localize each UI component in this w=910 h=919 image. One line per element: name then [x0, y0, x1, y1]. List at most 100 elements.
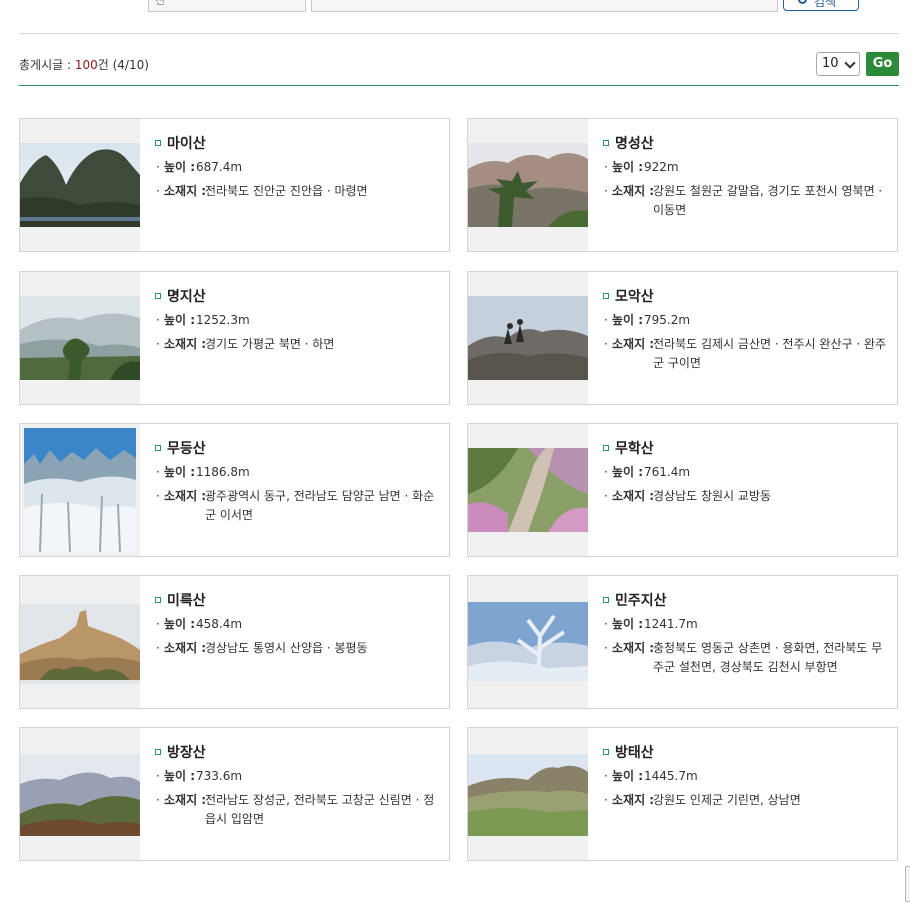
height-label: 높이 :	[612, 313, 644, 327]
location-label: 소재지 :	[164, 489, 207, 503]
bullet-icon: ·	[156, 465, 160, 479]
top-divider	[19, 33, 899, 34]
bullet-icon: ·	[156, 313, 160, 327]
mountain-name-text: 방장산	[167, 745, 206, 761]
photo-ridge-silhouette[interactable]	[20, 728, 140, 860]
height-value: 922m	[644, 160, 679, 174]
location-row: · 소재지 : 경상남도 창원시 교방동	[603, 487, 893, 506]
mountain-name[interactable]: 미륵산	[155, 590, 445, 610]
height-row: · 높이 : 733.6m	[155, 767, 445, 786]
mountain-name[interactable]: 명지산	[155, 286, 445, 306]
scroll-top-button[interactable]	[905, 866, 910, 902]
location-row: · 소재지 : 광주광역시 동구, 전라남도 담양군 남면 · 화순군 이서면	[155, 487, 445, 525]
location-label: 소재지 :	[612, 489, 655, 503]
height-value: 1252.3m	[196, 313, 250, 327]
mountain-card[interactable]: 무학산 · 높이 : 761.4m · 소재지 : 경상남도 창원시 교방동	[467, 423, 898, 557]
mountain-info: 마이산 · 높이 : 687.4m · 소재지 : 전라북도 진안군 진안읍 · 마…	[155, 133, 445, 201]
height-value: 733.6m	[196, 769, 243, 783]
per-page-select[interactable]: 10	[816, 52, 860, 76]
mountain-info: 방장산 · 높이 : 733.6m · 소재지 : 전라남도 장성군, 전라북도 고…	[155, 742, 445, 829]
bullet-icon: ·	[156, 160, 160, 174]
bullet-icon: ·	[604, 489, 608, 503]
height-label: 높이 :	[612, 160, 644, 174]
mountain-info: 무등산 · 높이 : 1186.8m · 소재지 : 광주광역시 동구, 전라남도 …	[155, 438, 445, 525]
height-value: 458.4m	[196, 617, 243, 631]
mountain-name[interactable]: 무학산	[603, 438, 893, 458]
mountain-name[interactable]: 마이산	[155, 133, 445, 153]
height-row: · 높이 : 795.2m	[603, 311, 893, 330]
height-label: 높이 :	[612, 465, 644, 479]
location-label: 소재지 :	[612, 641, 655, 655]
location-label: 소재지 :	[612, 793, 655, 807]
photo-misty-valley[interactable]	[20, 272, 140, 404]
bullet-icon: ·	[604, 160, 608, 174]
location-row: · 소재지 : 전라남도 장성군, 전라북도 고창군 신림면 · 정읍시 입암면	[155, 791, 445, 829]
mountain-name[interactable]: 명성산	[603, 133, 893, 153]
list-divider	[19, 85, 899, 86]
location-row: · 소재지 : 충청북도 영동군 상촌면 · 용화면, 전라북도 무주군 설천면,…	[603, 639, 893, 677]
mountain-name-text: 모악산	[615, 289, 654, 305]
photo-rock-summit[interactable]	[468, 272, 588, 404]
photo-twin-peaks[interactable]	[20, 119, 140, 251]
mountain-name[interactable]: 방태산	[603, 742, 893, 762]
search-bar: 전 검색	[0, 0, 910, 14]
height-value: 1445.7m	[644, 769, 698, 783]
location-label: 소재지 :	[612, 337, 655, 351]
height-row: · 높이 : 1241.7m	[603, 615, 893, 634]
location-row: · 소재지 : 강원도 인제군 기린면, 상남면	[603, 791, 893, 810]
total-count: 총게시글 : 100건 (4/10)	[19, 56, 149, 73]
bullet-icon: ·	[604, 793, 608, 807]
mountain-name[interactable]: 무등산	[155, 438, 445, 458]
photo-frost-branches[interactable]	[468, 576, 588, 708]
photo-rocky-pine[interactable]	[468, 119, 588, 251]
square-bullet-icon	[155, 293, 161, 299]
height-value: 687.4m	[196, 160, 243, 174]
search-button-label: 검색	[814, 0, 837, 9]
mountain-name[interactable]: 모악산	[603, 286, 893, 306]
per-page-value: 10	[822, 56, 839, 71]
mountain-info: 민주지산 · 높이 : 1241.7m · 소재지 : 충청북도 영동군 상촌면 ·…	[603, 590, 893, 677]
search-category-select[interactable]: 전	[148, 0, 306, 12]
mountain-name-text: 명지산	[167, 289, 206, 305]
photo-azalea-trail[interactable]	[468, 424, 588, 556]
height-label: 높이 :	[164, 465, 196, 479]
height-label: 높이 :	[164, 160, 196, 174]
height-label: 높이 :	[612, 617, 644, 631]
mountain-card[interactable]: 미륵산 · 높이 : 458.4m · 소재지 : 경상남도 통영시 산양읍 · 봉…	[19, 575, 450, 709]
photo-rock-peak[interactable]	[20, 576, 140, 708]
bullet-icon: ·	[604, 184, 608, 198]
photo-grassland-ridge[interactable]	[468, 728, 588, 860]
photo-frost-trees[interactable]	[20, 424, 140, 556]
height-value: 1186.8m	[196, 465, 250, 479]
search-input[interactable]	[311, 0, 778, 12]
mountain-card[interactable]: 모악산 · 높이 : 795.2m · 소재지 : 전라북도 김제시 금산면 · 전…	[467, 271, 898, 405]
mountain-card[interactable]: 무등산 · 높이 : 1186.8m · 소재지 : 광주광역시 동구, 전라남도 …	[19, 423, 450, 557]
bullet-icon: ·	[156, 184, 160, 198]
bullet-icon: ·	[156, 769, 160, 783]
bullet-icon: ·	[156, 617, 160, 631]
mountain-name-text: 미륵산	[167, 593, 206, 609]
mountain-card[interactable]: 명지산 · 높이 : 1252.3m · 소재지 : 경기도 가평군 북면 · 하면	[19, 271, 450, 405]
mountain-card[interactable]: 방태산 · 높이 : 1445.7m · 소재지 : 강원도 인제군 기린면, 상남…	[467, 727, 898, 861]
mountain-card[interactable]: 방장산 · 높이 : 733.6m · 소재지 : 전라남도 장성군, 전라북도 고…	[19, 727, 450, 861]
mountain-card[interactable]: 민주지산 · 높이 : 1241.7m · 소재지 : 충청북도 영동군 상촌면 ·…	[467, 575, 898, 709]
mountain-name-text: 명성산	[615, 136, 654, 152]
height-label: 높이 :	[164, 617, 196, 631]
mountain-name[interactable]: 방장산	[155, 742, 445, 762]
bullet-icon: ·	[604, 769, 608, 783]
mountain-name-text: 마이산	[167, 136, 206, 152]
mountain-card[interactable]: 명성산 · 높이 : 922m · 소재지 : 강원도 철원군 갈말읍, 경기도 포…	[467, 118, 898, 252]
height-label: 높이 :	[164, 769, 196, 783]
search-button[interactable]: 검색	[783, 0, 859, 11]
location-row: · 소재지 : 강원도 철원군 갈말읍, 경기도 포천시 영북면 · 이동면	[603, 182, 893, 220]
square-bullet-icon	[603, 597, 609, 603]
mountain-name[interactable]: 민주지산	[603, 590, 893, 610]
location-label: 소재지 :	[612, 184, 655, 198]
height-row: · 높이 : 761.4m	[603, 463, 893, 482]
location-row: · 소재지 : 전라북도 진안군 진안읍 · 마령면	[155, 182, 445, 201]
mountain-info: 명지산 · 높이 : 1252.3m · 소재지 : 경기도 가평군 북면 · 하면	[155, 286, 445, 354]
mountain-info: 명성산 · 높이 : 922m · 소재지 : 강원도 철원군 갈말읍, 경기도 포…	[603, 133, 893, 220]
mountain-card[interactable]: 마이산 · 높이 : 687.4m · 소재지 : 전라북도 진안군 진안읍 · 마…	[19, 118, 450, 252]
mountain-name-text: 무등산	[167, 441, 206, 457]
go-button[interactable]: Go	[866, 52, 899, 76]
